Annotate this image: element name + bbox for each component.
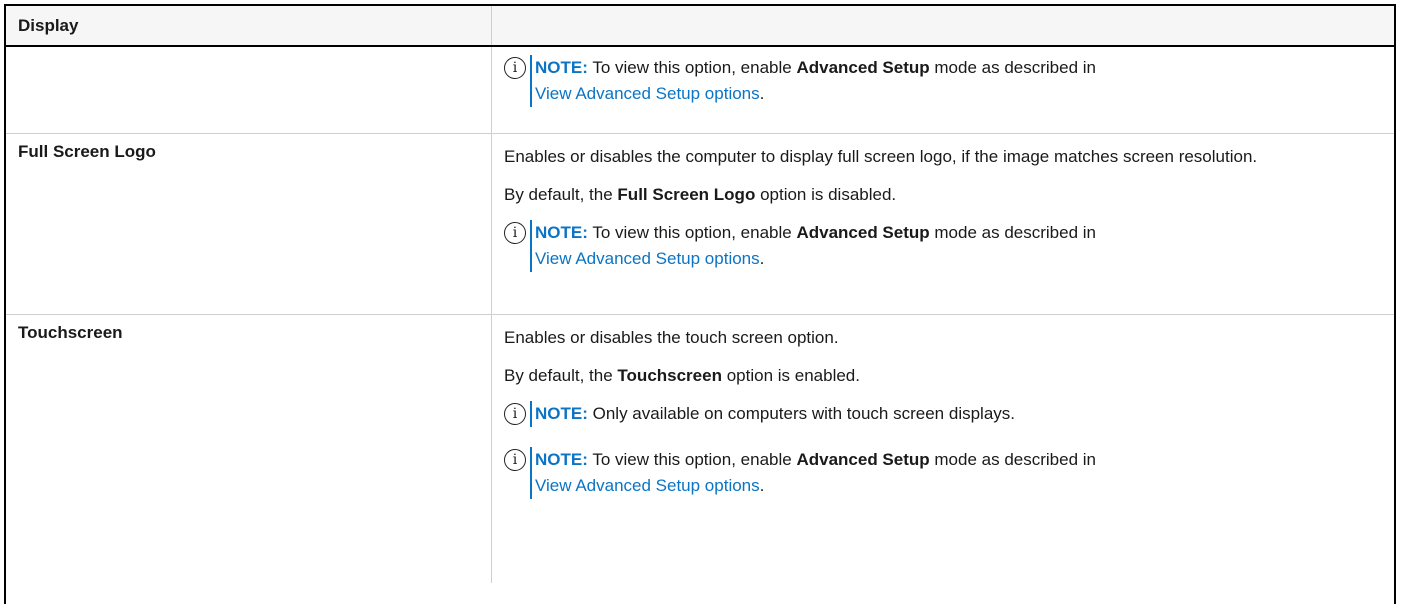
table-row: Full Screen Logo Enables or disables the… <box>6 134 1394 315</box>
table-row: Touchscreen Enables or disables the touc… <box>6 315 1394 583</box>
note-bold-text: Advanced Setup <box>796 223 930 242</box>
note-bold-text: Advanced Setup <box>796 450 930 469</box>
setting-description-cell: i NOTE: To view this option, enable Adva… <box>492 47 1394 133</box>
note-divider <box>530 55 532 107</box>
setting-name-cell: Touchscreen <box>6 315 492 583</box>
info-icon: i <box>504 222 526 244</box>
setting-name-cell: Full Screen Logo <box>6 134 492 314</box>
note-period: . <box>759 249 765 268</box>
note-text-part: mode as described in <box>934 58 1096 77</box>
note: i NOTE: To view this option, enable Adva… <box>504 220 1382 272</box>
view-advanced-setup-link[interactable]: View Advanced Setup options <box>535 84 760 103</box>
table-row: i NOTE: To view this option, enable Adva… <box>6 47 1394 134</box>
note-bold-text: Advanced Setup <box>796 58 930 77</box>
info-icon: i <box>504 403 526 425</box>
setting-name: Full Screen Logo <box>18 142 156 161</box>
note-text: NOTE: Only available on computers with t… <box>535 401 1015 427</box>
table-title: Display <box>18 16 79 35</box>
default-text-part: By default, the <box>504 366 613 385</box>
setting-name: Touchscreen <box>18 323 123 342</box>
note-text-part: Only available on computers with touch s… <box>592 404 1016 423</box>
default-bold-text: Full Screen Logo <box>617 185 756 204</box>
note: i NOTE: To view this option, enable Adva… <box>504 447 1382 499</box>
note-label: NOTE: <box>535 223 588 242</box>
note-label: NOTE: <box>535 58 588 77</box>
note-divider <box>530 401 532 427</box>
note: i NOTE: Only available on computers with… <box>504 401 1382 427</box>
note-divider <box>530 447 532 499</box>
setting-default: By default, the Full Screen Logo option … <box>504 182 1382 208</box>
table-header-row: Display <box>6 6 1394 47</box>
note-text: NOTE: To view this option, enable Advanc… <box>535 55 1096 107</box>
setting-name-cell <box>6 47 492 133</box>
note-text-part: To view this option, enable <box>592 58 792 77</box>
default-text-part: By default, the <box>504 185 613 204</box>
note-text: NOTE: To view this option, enable Advanc… <box>535 220 1096 272</box>
setting-description-cell: Enables or disables the touch screen opt… <box>492 315 1394 583</box>
note-text-part: To view this option, enable <box>592 450 792 469</box>
note-text-part: mode as described in <box>934 450 1096 469</box>
note-period: . <box>759 84 765 103</box>
note-text: NOTE: To view this option, enable Advanc… <box>535 447 1096 499</box>
note-label: NOTE: <box>535 450 588 469</box>
view-advanced-setup-link[interactable]: View Advanced Setup options <box>535 476 760 495</box>
setting-description: Enables or disables the touch screen opt… <box>504 328 839 347</box>
default-bold-text: Touchscreen <box>617 366 722 385</box>
setting-description-cell: Enables or disables the computer to disp… <box>492 134 1394 314</box>
header-cell-empty <box>492 6 1394 45</box>
note-period: . <box>759 476 765 495</box>
note-text-part: mode as described in <box>934 223 1096 242</box>
default-text-part: option is disabled. <box>760 185 897 204</box>
settings-table: Display i NOTE: To view this option, ena… <box>4 4 1396 604</box>
note-divider <box>530 220 532 272</box>
default-text-part: option is enabled. <box>726 366 860 385</box>
info-icon: i <box>504 57 526 79</box>
setting-description: Enables or disables the computer to disp… <box>504 147 1258 166</box>
header-cell: Display <box>6 6 492 45</box>
note-label: NOTE: <box>535 404 588 423</box>
note-text-part: To view this option, enable <box>592 223 792 242</box>
setting-default: By default, the Touchscreen option is en… <box>504 363 1382 389</box>
info-icon: i <box>504 449 526 471</box>
view-advanced-setup-link[interactable]: View Advanced Setup options <box>535 249 760 268</box>
note: i NOTE: To view this option, enable Adva… <box>504 55 1382 107</box>
